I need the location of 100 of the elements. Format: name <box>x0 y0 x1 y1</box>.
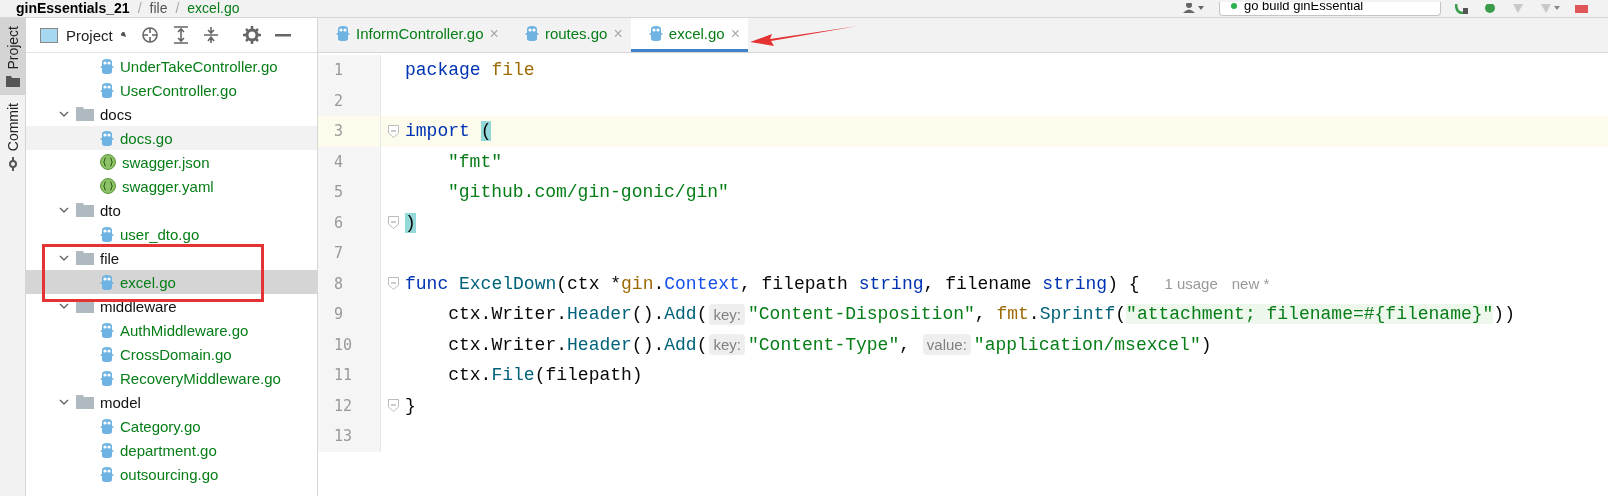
tree-row[interactable]: dto <box>26 198 317 222</box>
code-line: package file <box>405 60 535 81</box>
file-name: CrossDomain.go <box>120 345 232 363</box>
gopher-icon <box>100 273 114 291</box>
gopher-icon <box>100 321 114 339</box>
folder-icon <box>76 203 94 217</box>
minimize-icon[interactable] <box>274 33 291 37</box>
file-name: AuthMiddleware.go <box>120 321 249 339</box>
tree-row[interactable]: middleware <box>26 294 317 318</box>
file-name: outsourcing.go <box>120 465 219 483</box>
file-name: RecoveryMiddleware.go <box>120 369 281 387</box>
collapse-all-icon[interactable] <box>202 26 219 44</box>
gopher-icon <box>336 25 350 42</box>
editor-tab[interactable]: routes.go × <box>506 18 631 52</box>
folder-name: dto <box>100 201 121 219</box>
braces-icon <box>100 178 116 194</box>
gopher-icon <box>100 57 114 75</box>
gopher-icon <box>100 441 114 459</box>
tree-row[interactable]: file <box>26 246 317 270</box>
breadcrumb-item[interactable]: excel.go <box>187 1 240 16</box>
tree-row[interactable]: docs <box>26 102 317 126</box>
line-number: 9 <box>318 299 380 330</box>
side-tab[interactable]: Project <box>0 18 26 95</box>
line-number: 5 <box>318 177 380 208</box>
tree-row[interactable]: outsourcing.go <box>26 462 317 486</box>
line-number: 13 <box>318 421 380 452</box>
code-line: } <box>405 395 416 416</box>
gopher-icon <box>100 417 114 435</box>
settings-icon[interactable] <box>242 26 261 44</box>
line-number: 6 <box>318 207 380 238</box>
gopher-icon <box>648 25 663 42</box>
editor-tab[interactable]: excel.go × <box>630 18 748 52</box>
tree-row[interactable]: UserController.go <box>26 78 317 102</box>
gopher-icon <box>100 465 114 483</box>
crosshair-icon[interactable] <box>140 26 159 44</box>
file-name: docs.go <box>120 129 173 147</box>
gopher-icon <box>100 81 114 99</box>
file-name: swagger.json <box>122 153 210 171</box>
window-icon <box>40 27 58 43</box>
line-number: 10 <box>318 329 380 360</box>
braces-icon <box>100 154 116 170</box>
commit-icon <box>7 156 19 171</box>
gopher-icon <box>524 25 539 42</box>
line-number: 8 <box>318 268 380 299</box>
breadcrumb-separator: / <box>175 1 180 16</box>
person-icon[interactable] <box>1181 3 1205 15</box>
tree-row[interactable]: AuthMiddleware.go <box>26 318 317 342</box>
tree-row[interactable]: RecoveryMiddleware.go <box>26 366 317 390</box>
file-name: Category.go <box>120 417 201 435</box>
file-name: swagger.yaml <box>122 177 214 195</box>
editor-tab[interactable]: InformController.go × <box>318 18 507 52</box>
breadcrumb-item[interactable]: ginEssentials_21 <box>16 1 130 16</box>
tree-row[interactable]: docs.go <box>26 126 317 150</box>
code-line: func ExcelDown(ctx *gin.Context, filepath string, filename string) { 1 usage new * <box>405 273 1270 294</box>
breadcrumb-item[interactable]: file <box>149 1 168 16</box>
gopher-icon <box>100 225 114 243</box>
line-number: 2 <box>318 85 380 116</box>
gopher-icon <box>100 345 114 363</box>
line-number: 7 <box>318 238 380 269</box>
code-line: ctx.File(filepath) <box>447 365 643 386</box>
tree-row[interactable]: model <box>26 390 317 414</box>
debug-icon[interactable] <box>1483 4 1497 14</box>
gopher-icon <box>100 369 114 387</box>
folder-name: docs <box>100 105 132 123</box>
code-line: ctx.Writer.Header().Add( key: "Content-Disposition", fmt.Sprintf("attachment; filename=#{filename}")) <box>447 303 1515 325</box>
line-number: 11 <box>318 360 380 391</box>
line-number: 4 <box>318 146 380 177</box>
expand-all-icon[interactable] <box>172 26 189 44</box>
tree-row[interactable]: excel.go <box>26 270 317 294</box>
breadcrumb-separator: / <box>137 1 142 16</box>
code-line: ctx.Writer.Header().Add( key: "Content-Type", value: "application/msexcel") <box>447 334 1212 356</box>
folder-name: file <box>100 249 120 267</box>
folder-icon <box>6 75 20 87</box>
tree-row[interactable]: department.go <box>26 438 317 462</box>
line-number: 1 <box>318 55 380 86</box>
tree-row[interactable]: UnderTakeController.go <box>26 54 317 78</box>
gopher-icon <box>100 129 114 147</box>
file-name: excel.go <box>120 273 176 291</box>
code-line: "fmt" <box>447 151 502 172</box>
folder-icon <box>76 107 94 121</box>
file-name: department.go <box>120 441 217 459</box>
tree-row[interactable]: user_dto.go <box>26 222 317 246</box>
folder-name: model <box>100 393 141 411</box>
file-name: UserController.go <box>120 81 237 99</box>
side-tab[interactable]: Commit <box>0 94 26 179</box>
code-line: import ( <box>405 121 492 142</box>
file-name: UnderTakeController.go <box>120 57 278 75</box>
run-dot-icon <box>1230 2 1238 10</box>
run-icon[interactable] <box>1455 4 1469 14</box>
folder-icon <box>76 395 94 409</box>
code-line: "github.com/gin-gonic/gin" <box>447 182 729 203</box>
tree-row[interactable]: swagger.json <box>26 150 317 174</box>
profile-icon[interactable] <box>1539 4 1561 14</box>
view-selector[interactable]: Project <box>40 26 127 44</box>
folder-name: middleware <box>100 297 177 315</box>
tree-row[interactable]: swagger.yaml <box>26 174 317 198</box>
tree-row[interactable]: Category.go <box>26 414 317 438</box>
file-name: user_dto.go <box>120 225 200 243</box>
tree-row[interactable]: CrossDomain.go <box>26 342 317 366</box>
line-number: 12 <box>318 390 380 421</box>
